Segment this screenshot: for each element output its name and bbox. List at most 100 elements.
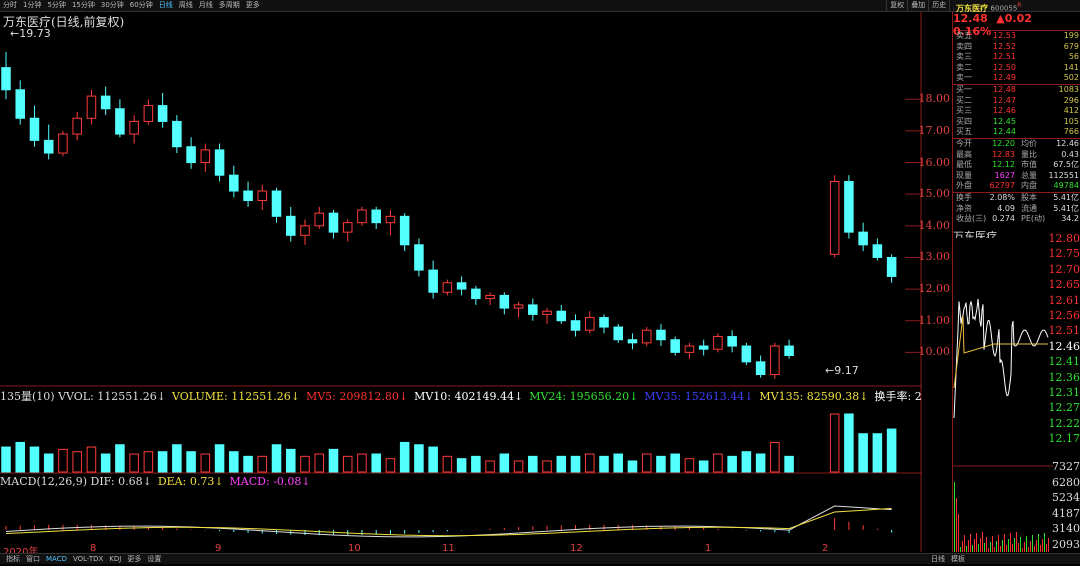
volume-bar	[258, 456, 267, 472]
tool-button-2[interactable]: 历史	[928, 0, 949, 11]
candle	[642, 327, 651, 346]
tool-button-1[interactable]: 叠加	[907, 0, 928, 11]
stock-name-strip: 万东医疗 600055R	[953, 0, 1080, 11]
period-tab-4[interactable]: 30分钟	[98, 0, 127, 11]
intraday-volume-bar	[1030, 541, 1031, 552]
period-tab-10[interactable]: 更多	[243, 0, 263, 11]
candle	[657, 324, 666, 346]
ask-row-1[interactable]: 卖四12.52679	[953, 42, 1080, 53]
volume-bar	[73, 452, 82, 472]
intraday-price-tick-13: 12.17	[1049, 432, 1080, 445]
indicator-tab-0[interactable]: 指标	[3, 555, 23, 563]
macd-legend-item-0: MACD(12,26,9) DIF: 0.68↓	[0, 475, 152, 488]
intraday-volume-bar	[1012, 544, 1013, 552]
candle	[614, 324, 623, 343]
indicator-tab-1[interactable]: 窗口	[23, 555, 43, 563]
volume-bar	[230, 452, 239, 472]
book-price: 12.47	[993, 96, 1016, 107]
intraday-price-tick-4: 12.61	[1049, 294, 1080, 307]
bid-row-3[interactable]: 买四12.45105	[953, 117, 1080, 128]
book-label: 买四	[956, 117, 972, 128]
period-tab-6[interactable]: 日线	[156, 0, 176, 11]
candle	[699, 340, 708, 356]
candle	[571, 314, 580, 336]
volume-bar	[500, 454, 509, 472]
intraday-volume-bar	[1036, 540, 1037, 552]
bottom-right-tab-0[interactable]: 日线	[928, 555, 948, 563]
quote-cell: 最高	[956, 150, 972, 161]
period-tab-7[interactable]: 周线	[176, 0, 196, 11]
intraday-volume-bar	[1026, 536, 1027, 552]
period-tab-2[interactable]: 5分钟	[44, 0, 68, 11]
period-tab-1[interactable]: 1分钟	[20, 0, 44, 11]
period-tab-8[interactable]: 月线	[196, 0, 216, 11]
ask-row-2[interactable]: 卖三12.5156	[953, 52, 1080, 63]
ask-row-3[interactable]: 卖二12.50141	[953, 63, 1080, 74]
volume-bar	[329, 449, 338, 472]
indicator-tab-3[interactable]: VOL-TDX	[70, 555, 106, 563]
volume-bar	[59, 449, 68, 472]
volume-bar	[887, 429, 896, 472]
indicator-tab-2[interactable]: MACD	[43, 555, 70, 563]
volume-bar	[714, 454, 723, 472]
candle	[315, 207, 324, 229]
candle	[728, 330, 737, 352]
bid-row-2[interactable]: 买三12.46412	[953, 106, 1080, 117]
period-tab-3[interactable]: 15分钟	[69, 0, 98, 11]
quote-cell: 12.12	[992, 160, 1015, 171]
kline-chart[interactable]: 0000000000000000X10 1.000.500.00-0.50	[0, 12, 922, 552]
period-tab-5[interactable]: 60分钟	[127, 0, 156, 11]
book-volume: 199	[1064, 31, 1079, 42]
period-tab-9[interactable]: 多周期	[216, 0, 243, 11]
stat-cell: 净资	[956, 204, 972, 215]
bottom-right-tab-1[interactable]: 模板	[948, 555, 968, 563]
candle	[101, 87, 110, 115]
bid-row-0[interactable]: 买一12.481083	[953, 85, 1080, 96]
book-price: 12.51	[993, 52, 1016, 63]
indicator-tab-6[interactable]: 设置	[144, 555, 164, 563]
ask-row-4[interactable]: 卖一12.49502	[953, 73, 1080, 84]
book-price: 12.44	[993, 127, 1016, 138]
candle	[500, 292, 509, 314]
book-price: 12.50	[993, 63, 1016, 74]
volume-bar	[728, 456, 737, 472]
candle	[372, 207, 381, 229]
bid-row-4[interactable]: 买五12.44766	[953, 127, 1080, 138]
candle	[173, 115, 182, 153]
intraday-volume-bar	[968, 540, 969, 552]
volume-bar	[642, 454, 651, 472]
quote-cell: 12.20	[992, 139, 1015, 150]
intraday-price-tick-8: 12.41	[1049, 355, 1080, 368]
candle	[529, 299, 538, 321]
last-price: 12.48	[953, 12, 988, 25]
volume-bar	[771, 442, 780, 472]
price-tick-7: 11.00	[919, 314, 951, 327]
intraday-chart[interactable]	[953, 238, 1053, 552]
period-tab-0[interactable]: 分时	[0, 0, 20, 11]
candle	[329, 210, 338, 238]
indicator-tab-5[interactable]: 更多	[124, 555, 144, 563]
bid-row-1[interactable]: 买二12.47296	[953, 96, 1080, 107]
candle	[771, 343, 780, 379]
book-label: 买三	[956, 106, 972, 117]
quote-row-0: 今开12.20均价12.46	[953, 139, 1080, 150]
volume-bar	[201, 454, 210, 472]
intraday-price-tick-3: 12.65	[1049, 278, 1080, 291]
volume-bar	[144, 452, 153, 472]
intraday-volume-bar	[1014, 538, 1015, 552]
intraday-volume-tick-1: 6280	[1052, 476, 1080, 489]
book-price: 12.49	[993, 73, 1016, 84]
intraday-volume-bar	[962, 541, 963, 552]
bid-book: 买一12.481083买二12.47296买三12.46412买四12.4510…	[953, 85, 1080, 138]
intraday-bg	[953, 238, 1053, 552]
tool-button-0[interactable]: 复权	[886, 0, 907, 11]
intraday-volume-bar	[1000, 546, 1001, 552]
ask-row-0[interactable]: 卖五12.53199	[953, 31, 1080, 42]
book-volume: 296	[1064, 96, 1079, 107]
candle	[557, 305, 566, 324]
book-label: 卖一	[956, 73, 972, 84]
intraday-volume-bar	[1020, 537, 1021, 552]
indicator-tab-4[interactable]: KDJ	[106, 555, 124, 563]
price-tick-3: 15.00	[919, 187, 951, 200]
intraday-volume-bar	[992, 536, 993, 552]
